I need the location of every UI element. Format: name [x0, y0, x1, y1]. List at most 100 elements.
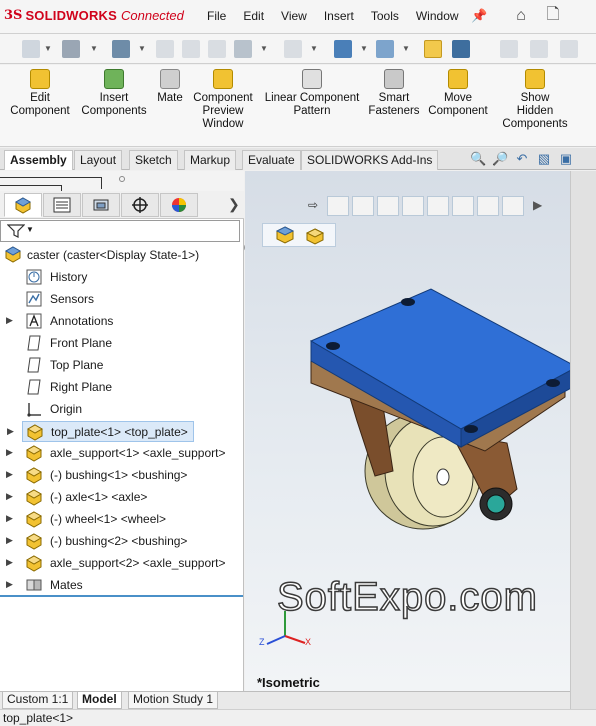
- scale-selector[interactable]: Custom 1:1: [2, 692, 74, 709]
- component-icon[interactable]: [22, 40, 40, 58]
- move-component-button[interactable]: Move Component: [426, 69, 490, 118]
- section-view-icon[interactable]: ▧: [536, 151, 552, 167]
- pattern-icon[interactable]: [284, 40, 302, 58]
- property-manager-tab[interactable]: [43, 193, 81, 217]
- mate-button[interactable]: Mate: [150, 69, 190, 105]
- tree-item[interactable]: Sensors: [0, 289, 244, 310]
- tree-item[interactable]: History: [0, 267, 244, 288]
- menu-file[interactable]: File: [207, 9, 226, 23]
- show-hidden-components-button[interactable]: Show Hidden Components: [500, 69, 570, 131]
- display-manager-tab[interactable]: [160, 193, 198, 217]
- tab-sketch[interactable]: Sketch: [129, 150, 178, 170]
- tree-root[interactable]: caster (caster<Display State-1>): [0, 245, 244, 266]
- expand-arrow-icon[interactable]: ▶: [6, 535, 13, 546]
- tree-item[interactable]: ▶ Mates: [0, 575, 244, 596]
- view-icon[interactable]: [156, 40, 174, 58]
- edit-component-button[interactable]: Edit Component: [8, 69, 72, 118]
- tree-item-label: Sensors: [50, 292, 95, 306]
- linear-component-pattern-button[interactable]: Linear Component Pattern: [262, 69, 362, 118]
- tree-item[interactable]: ▶ top_plate<1> <top_plate>: [7, 421, 194, 442]
- menu-view[interactable]: View: [281, 9, 307, 23]
- tree-item-label: Right Plane: [50, 380, 113, 394]
- chevron-right-icon[interactable]: ❯: [228, 196, 240, 213]
- chevron-down-icon[interactable]: ▼: [310, 44, 318, 53]
- tree-item[interactable]: ▶ (-) axle<1> <axle>: [0, 487, 244, 508]
- mirror-icon[interactable]: [500, 40, 518, 58]
- tab-model[interactable]: Model: [77, 692, 122, 709]
- part-icon[interactable]: [62, 40, 80, 58]
- tab-addins[interactable]: SOLIDWORKS Add-Ins: [301, 150, 439, 170]
- configuration-manager-tab[interactable]: [82, 193, 120, 217]
- menu-window[interactable]: Window: [416, 9, 459, 23]
- tree-item[interactable]: ▶ Annotations: [0, 311, 244, 332]
- feature-manager-tab[interactable]: [4, 193, 42, 217]
- rebuild-icon[interactable]: [452, 40, 470, 58]
- expand-arrow-icon[interactable]: ▶: [6, 447, 13, 458]
- instant3d-icon[interactable]: [424, 40, 442, 58]
- chevron-down-icon[interactable]: ▼: [44, 44, 52, 53]
- new-document-icon[interactable]: 🗋: [542, 5, 564, 27]
- tab-evaluate[interactable]: Evaluate: [242, 150, 301, 170]
- menu-tools[interactable]: Tools: [371, 9, 399, 23]
- zoom-to-fit-icon[interactable]: 🔍: [470, 151, 486, 167]
- chevron-down-icon[interactable]: ▼: [90, 44, 98, 53]
- menu-bar: File Edit View Insert Tools Window: [207, 9, 476, 23]
- tree-item[interactable]: ▶ axle_support<2> <axle_support>: [0, 553, 244, 574]
- pin-icon[interactable]: 📌: [471, 8, 487, 24]
- previous-view-icon[interactable]: ↶: [514, 151, 530, 167]
- tab-layout[interactable]: Layout: [74, 150, 123, 170]
- view-orientation-icon[interactable]: ▣: [558, 151, 574, 167]
- tab-motion-study[interactable]: Motion Study 1: [128, 692, 219, 709]
- chevron-down-icon[interactable]: ▼: [402, 44, 410, 53]
- tree-item-label: (-) axle<1> <axle>: [50, 490, 148, 504]
- tab-markup[interactable]: Markup: [184, 150, 237, 170]
- tree-item[interactable]: Origin: [0, 399, 244, 420]
- component-preview-window-button[interactable]: Component Preview Window: [190, 69, 256, 131]
- tree-item[interactable]: Top Plane: [0, 355, 244, 376]
- expand-arrow-icon[interactable]: ▶: [7, 426, 14, 437]
- graphics-area[interactable]: ⇨ ▶ Z X SoftExpo.com *Isometric: [245, 171, 570, 691]
- view-icon[interactable]: [208, 40, 226, 58]
- tree-item[interactable]: Right Plane: [0, 377, 244, 398]
- expand-arrow-icon[interactable]: ▶: [6, 513, 13, 524]
- expand-arrow-icon[interactable]: ▶: [6, 557, 13, 568]
- view-icon[interactable]: [182, 40, 200, 58]
- tree-item[interactable]: ▶ axle_support<1> <axle_support>: [0, 443, 244, 464]
- curve-icon[interactable]: [376, 40, 394, 58]
- view-orientation-icon[interactable]: [112, 40, 130, 58]
- tree-item[interactable]: ▶ (-) bushing<2> <bushing>: [0, 531, 244, 552]
- tree-item[interactable]: Front Plane: [0, 333, 244, 354]
- menu-edit[interactable]: Edit: [243, 9, 264, 23]
- zoom-area-icon[interactable]: 🔎: [492, 151, 508, 167]
- chevron-down-icon[interactable]: ▼: [26, 225, 34, 234]
- reference-geometry-icon[interactable]: [334, 40, 352, 58]
- ds-logo-mark: 3S: [4, 8, 23, 23]
- status-text: top_plate<1>: [3, 711, 74, 725]
- expand-arrow-icon[interactable]: ▶: [6, 315, 13, 326]
- move-component-icon: [448, 69, 468, 89]
- smart-fasteners-button[interactable]: Smart Fasteners: [364, 69, 424, 118]
- tree-item[interactable]: ▶ (-) bushing<1> <bushing>: [0, 465, 244, 486]
- insert-components-button[interactable]: Insert Components: [80, 69, 148, 118]
- drag-handle[interactable]: [119, 176, 125, 182]
- expand-arrow-icon[interactable]: ▶: [6, 469, 13, 480]
- menu-insert[interactable]: Insert: [324, 9, 354, 23]
- home-icon[interactable]: ⌂: [510, 5, 532, 27]
- dimxpert-manager-tab[interactable]: [121, 193, 159, 217]
- chevron-down-icon[interactable]: ▼: [138, 44, 146, 53]
- tab-assembly[interactable]: Assembly: [4, 150, 73, 170]
- chevron-down-icon[interactable]: ▼: [360, 44, 368, 53]
- toolbar-icon[interactable]: [560, 40, 578, 58]
- expand-arrow-icon[interactable]: ▶: [6, 491, 13, 502]
- part-icon: [25, 555, 43, 572]
- toolbar-icon[interactable]: [530, 40, 548, 58]
- settings-gear-icon[interactable]: [234, 40, 252, 58]
- expand-arrow-icon[interactable]: ▶: [6, 579, 13, 590]
- app-edition: Connected: [121, 8, 184, 23]
- triad-z-label: Z: [259, 637, 265, 647]
- chevron-down-icon[interactable]: ▼: [260, 44, 268, 53]
- tree-item-label: (-) wheel<1> <wheel>: [50, 512, 167, 526]
- tree-item[interactable]: ▶ (-) wheel<1> <wheel>: [0, 509, 244, 530]
- tree-item-label: (-) bushing<1> <bushing>: [50, 468, 188, 482]
- tree-filter[interactable]: ▼: [0, 220, 240, 242]
